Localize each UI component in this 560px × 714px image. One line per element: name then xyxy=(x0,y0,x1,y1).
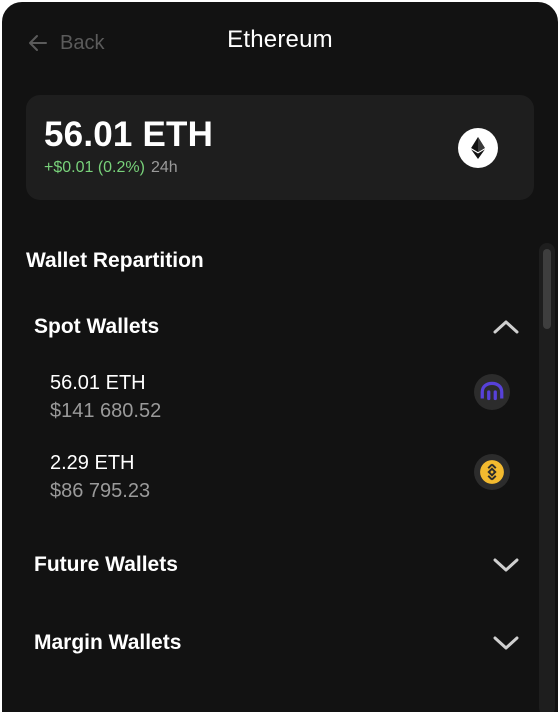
margin-wallets-header[interactable]: Margin Wallets xyxy=(34,626,520,660)
ethereum-icon xyxy=(458,128,498,168)
kraken-icon xyxy=(474,374,510,410)
chevron-down-icon xyxy=(493,558,519,572)
chevron-down-icon xyxy=(493,636,519,650)
wallet-value: $86 795.23 xyxy=(50,480,151,502)
wallet-row[interactable]: 2.29 ETH $86 795.23 xyxy=(50,452,510,512)
page-title: Ethereum xyxy=(227,26,333,53)
wallet-value: $141 680.52 xyxy=(50,400,162,422)
wallet-row[interactable]: 56.01 ETH $141 680.52 xyxy=(50,372,510,432)
balance-amount: 56.01 ETH xyxy=(44,115,214,154)
top-bar: Back Ethereum xyxy=(2,2,558,82)
group-label: Future Wallets xyxy=(34,553,178,576)
group-label: Spot Wallets xyxy=(34,315,160,338)
spot-wallets-header[interactable]: Spot Wallets xyxy=(34,310,520,344)
section-title: Wallet Repartition xyxy=(26,249,204,272)
app-window: Back Ethereum 56.01 ETH +$0.01 (0.2%) 24h… xyxy=(0,0,560,714)
wallet-amount: 2.29 ETH xyxy=(50,452,135,474)
scrollbar[interactable] xyxy=(539,243,555,712)
balance-change: +$0.01 (0.2%) 24h xyxy=(44,159,178,177)
chevron-up-icon xyxy=(493,320,519,334)
wallet-amount: 56.01 ETH xyxy=(50,372,146,394)
change-period: 24h xyxy=(150,159,178,176)
future-wallets-header[interactable]: Future Wallets xyxy=(34,548,520,582)
balance-card: 56.01 ETH +$0.01 (0.2%) 24h xyxy=(26,95,534,200)
binance-icon xyxy=(474,454,510,490)
scrollbar-thumb[interactable] xyxy=(543,249,551,329)
change-value: +$0.01 (0.2%) xyxy=(44,159,145,176)
group-label: Margin Wallets xyxy=(34,631,182,654)
